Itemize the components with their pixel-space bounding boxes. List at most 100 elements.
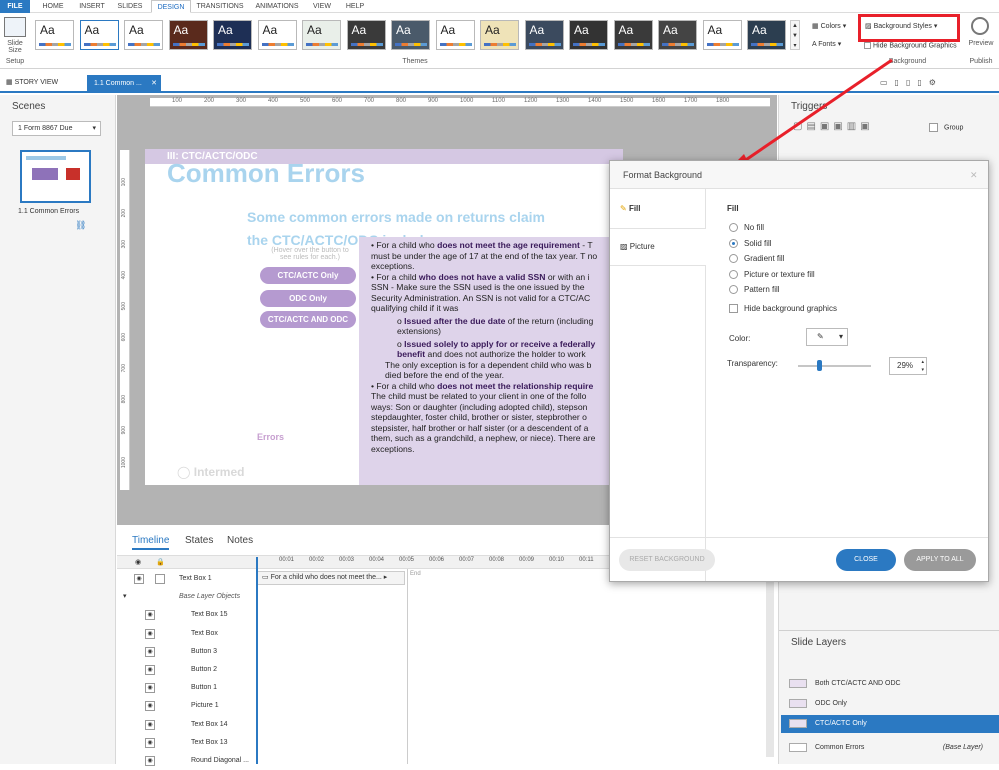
transparency-input[interactable]: 29% ▴ ▾ xyxy=(889,357,927,375)
theme-thumbnail[interactable]: Aa xyxy=(435,20,475,50)
timeline-row[interactable]: ◉ Text Box 14 xyxy=(117,716,257,734)
slide-thumbnail[interactable] xyxy=(20,150,91,203)
theme-thumbnail[interactable]: Aa xyxy=(569,20,608,50)
layer-both[interactable]: Both CTC/ACTC AND ODC xyxy=(789,675,995,693)
eye-icon[interactable]: ◉ xyxy=(135,558,141,566)
button-ctc-actc-and-odc[interactable]: CTC/ACTC AND ODC xyxy=(260,311,356,328)
eye-icon[interactable]: ◉ xyxy=(145,683,155,694)
rules-text-box[interactable]: • For a child who does not meet the age … xyxy=(359,237,610,485)
theme-thumbnail[interactable]: Aa xyxy=(346,20,386,50)
dialog-tab-fill[interactable]: ✎ Fill xyxy=(620,204,641,213)
tab-file[interactable]: FILE xyxy=(0,0,30,13)
eye-icon[interactable]: ◉ xyxy=(145,665,155,675)
hide-graphics-checkbox[interactable] xyxy=(729,304,738,314)
radio-button[interactable] xyxy=(729,285,738,295)
slide-size-label[interactable]: Slide Size xyxy=(0,40,30,54)
hide-background-graphics[interactable]: Hide Background Graphics xyxy=(864,42,957,49)
tab-states[interactable]: States xyxy=(185,535,213,546)
lock-toggle[interactable] xyxy=(155,574,165,584)
close-button[interactable]: CLOSE xyxy=(836,549,896,571)
reset-background-button[interactable]: RESET BACKGROUND xyxy=(619,549,715,571)
theme-thumbnail[interactable]: Aa xyxy=(480,20,519,50)
eye-icon[interactable]: ◉ xyxy=(145,610,155,621)
eye-icon[interactable]: ◉ xyxy=(145,628,155,639)
radio-button[interactable] xyxy=(729,269,738,279)
timeline-bar[interactable]: ▭ For a child who does not meet the... ▸ xyxy=(257,571,405,585)
active-slide-tab[interactable]: 1.1 Common ... ✕ xyxy=(87,75,161,93)
timeline-row[interactable]: ◉ Button 2 xyxy=(117,661,257,679)
tab-animations[interactable]: ANIMATIONS xyxy=(250,0,304,13)
timeline-row[interactable]: ◉ Text Box 15 xyxy=(117,606,257,624)
timeline-row[interactable]: ◉ Round Diagonal ... xyxy=(117,752,257,770)
scene-selector[interactable]: 1 Form 8867 Due ▾ xyxy=(12,121,101,136)
gallery-scroll[interactable]: ▲ ▼ ▾ xyxy=(790,20,800,50)
timeline-row[interactable]: ◉ Button 3 xyxy=(117,643,257,661)
eye-icon[interactable]: ◉ xyxy=(145,756,155,766)
preview-label[interactable]: Preview xyxy=(964,40,998,47)
layer-common-errors[interactable]: Common Errors (Base Layer) xyxy=(789,739,995,757)
eye-icon[interactable]: ◉ xyxy=(145,701,155,712)
eye-icon[interactable]: ◉ xyxy=(145,737,155,748)
theme-thumbnail[interactable]: Aa xyxy=(79,20,119,50)
theme-thumbnail[interactable]: Aa xyxy=(302,20,341,50)
eye-icon[interactable]: ◉ xyxy=(145,719,155,730)
fill-option[interactable]: Gradient fill xyxy=(729,254,784,264)
publish-label[interactable]: Publish xyxy=(964,58,998,65)
collapse-icon[interactable]: ▾ xyxy=(123,588,127,606)
hide-graphics-option[interactable]: Hide background graphics xyxy=(729,304,837,314)
dialog-close-icon[interactable]: ✕ xyxy=(970,170,978,181)
eye-icon[interactable]: ◉ xyxy=(134,574,144,584)
transparency-slider[interactable] xyxy=(817,360,823,371)
preview-icon[interactable] xyxy=(971,17,989,35)
story-view-tab[interactable]: ▦ STORY VIEW xyxy=(6,78,58,86)
tab-transitions[interactable]: TRANSITIONS xyxy=(193,0,247,13)
timeline-row[interactable]: ◉ Text Box 1 xyxy=(117,570,257,588)
theme-thumbnail[interactable]: Aa xyxy=(613,20,653,50)
theme-thumbnail[interactable]: Aa xyxy=(168,20,208,50)
tab-insert[interactable]: INSERT xyxy=(74,0,110,13)
button-odc-only[interactable]: ODC Only xyxy=(260,290,356,307)
color-picker[interactable]: ✎ ▾ xyxy=(806,328,848,346)
close-icon[interactable]: ✕ xyxy=(151,75,157,93)
tab-view[interactable]: VIEW xyxy=(308,0,336,13)
layer-ctc-actc-only[interactable]: CTC/ACTC Only xyxy=(781,715,999,733)
timeline-scrollbar[interactable] xyxy=(766,577,774,757)
timeline-row[interactable]: ◉ Text Box xyxy=(117,625,257,643)
layer-odc-only[interactable]: ODC Only xyxy=(789,695,995,713)
end-marker[interactable]: End xyxy=(410,571,421,577)
tab-notes[interactable]: Notes xyxy=(227,535,253,546)
timeline-row[interactable]: ◉ Button 1 xyxy=(117,679,257,697)
radio-button[interactable] xyxy=(729,254,738,264)
theme-thumbnail[interactable]: Aa xyxy=(257,20,297,50)
lock-icon[interactable]: 🔒 xyxy=(156,558,165,566)
theme-thumbnail[interactable]: Aa xyxy=(213,20,252,50)
timeline-row[interactable]: ◉ Picture 1 xyxy=(117,697,257,715)
timeline-row[interactable]: ▾ Base Layer Objects xyxy=(117,588,257,606)
colors-button[interactable]: ▦ Colors ▾ xyxy=(812,22,846,30)
apply-to-all-button[interactable]: APPLY TO ALL xyxy=(904,549,976,571)
theme-thumbnail[interactable]: Aa xyxy=(124,20,163,50)
theme-thumbnail[interactable]: Aa xyxy=(35,20,74,50)
tab-timeline[interactable]: Timeline xyxy=(132,535,170,550)
timeline-row[interactable]: ◉ Text Box 13 xyxy=(117,734,257,752)
tab-slides[interactable]: SLIDES xyxy=(114,0,146,13)
fill-option[interactable]: Solid fill xyxy=(729,239,772,248)
theme-thumbnail[interactable]: Aa xyxy=(747,20,786,50)
slide-size-icon[interactable] xyxy=(4,17,26,37)
radio-button[interactable] xyxy=(729,238,738,248)
background-styles-button[interactable]: ▨ Background Styles ▾ xyxy=(865,22,937,30)
transparency-track[interactable] xyxy=(798,365,871,367)
theme-thumbnail[interactable]: Aa xyxy=(658,20,697,50)
fill-option[interactable]: Picture or texture fill xyxy=(729,270,815,279)
group-toggle[interactable]: Group xyxy=(929,123,963,132)
eye-icon[interactable]: ◉ xyxy=(145,646,155,657)
theme-thumbnail[interactable]: Aa xyxy=(524,20,564,50)
tab-help[interactable]: HELP xyxy=(340,0,370,13)
fill-option[interactable]: Pattern fill xyxy=(729,285,780,295)
hide-bg-checkbox[interactable] xyxy=(864,42,871,49)
radio-button[interactable] xyxy=(729,223,738,233)
fonts-button[interactable]: A Fonts ▾ xyxy=(812,40,841,48)
fill-option[interactable]: No fill xyxy=(729,223,764,233)
group-checkbox[interactable] xyxy=(929,123,938,132)
theme-thumbnail[interactable]: Aa xyxy=(702,20,742,50)
